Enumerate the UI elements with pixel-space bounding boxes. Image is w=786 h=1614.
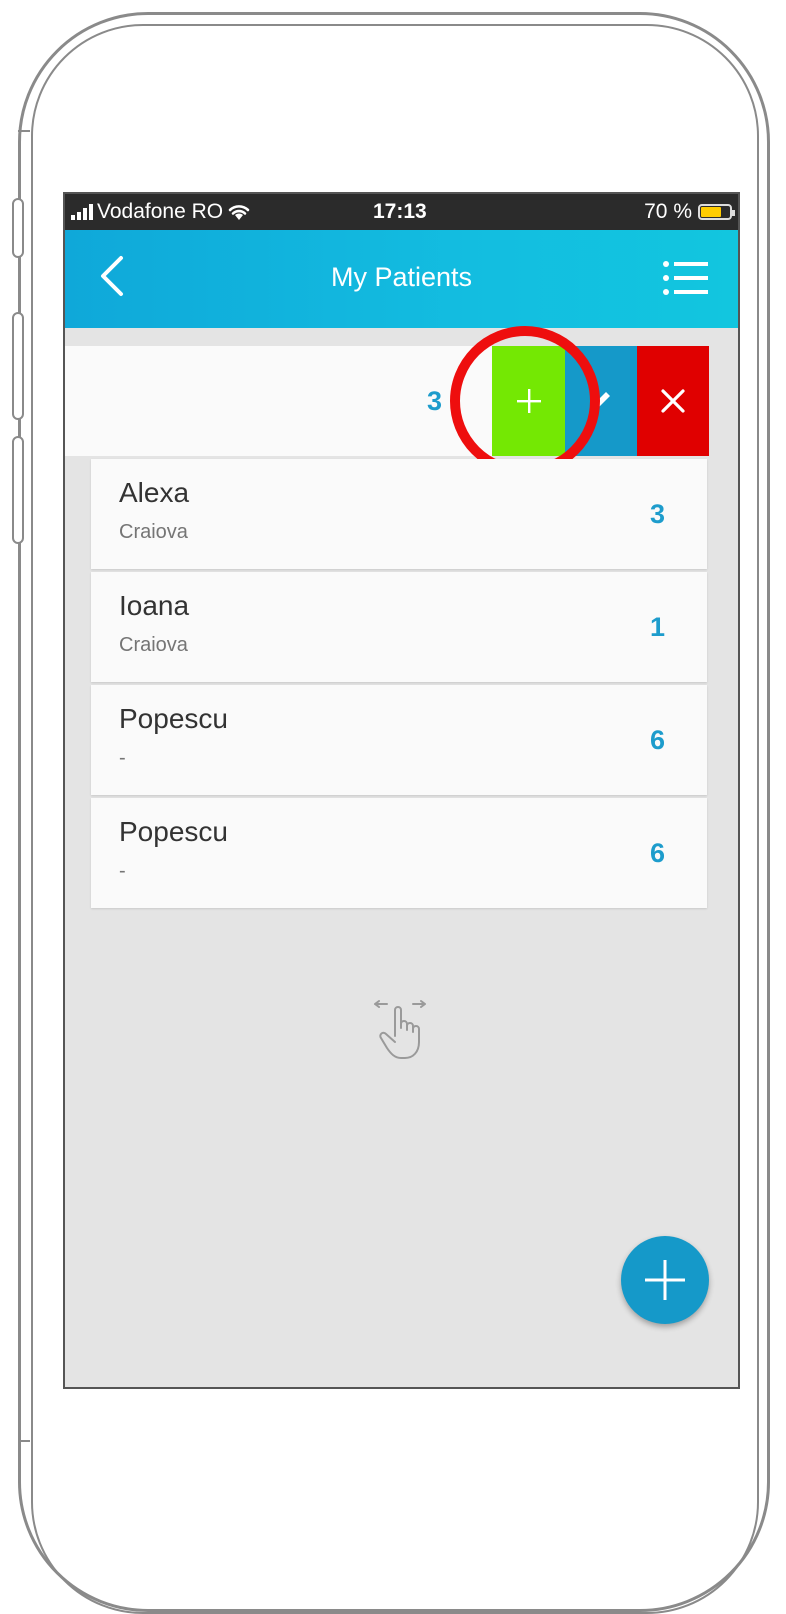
phone-side-button <box>12 198 24 258</box>
patient-city: - <box>119 747 126 769</box>
app-screen: Vodafone RO 17:13 70 % My Patients 3 Ale… <box>63 192 740 1389</box>
list-item[interactable]: Ioana Craiova 1 <box>91 572 707 682</box>
status-bar: Vodafone RO 17:13 70 % <box>65 194 738 230</box>
carrier-group: Vodafone RO <box>71 200 251 224</box>
patient-list: Alexa Craiova 3 Ioana Craiova 1 Popescu … <box>91 459 707 911</box>
battery-icon <box>698 204 735 220</box>
phone-frame-tick <box>18 130 30 132</box>
status-time: 17:13 <box>373 200 427 223</box>
patient-count: 1 <box>649 612 665 642</box>
item-count: 3 <box>427 386 443 416</box>
carrier-name: Vodafone RO <box>97 200 224 223</box>
list-item[interactable]: Popescu - 6 <box>91 685 707 795</box>
patient-count: 6 <box>649 838 665 868</box>
app-bar: My Patients <box>65 230 738 328</box>
phone-side-button <box>12 436 24 544</box>
patient-count: 3 <box>649 499 665 529</box>
close-icon <box>661 389 685 413</box>
patient-city: Craiova <box>119 521 188 543</box>
patient-count: 6 <box>649 725 665 755</box>
battery-group: 70 % <box>644 200 735 224</box>
list-item[interactable]: Popescu - 6 <box>91 798 707 908</box>
swipe-hand-icon <box>374 1000 426 1059</box>
list-item[interactable]: Alexa Craiova 3 <box>91 459 707 569</box>
signal-icon <box>71 204 93 220</box>
patient-city: Craiova <box>119 634 188 656</box>
plus-icon <box>645 1260 685 1300</box>
list-menu-icon[interactable] <box>662 260 708 296</box>
patient-name: Alexa <box>119 477 190 508</box>
highlight-circle <box>450 326 600 476</box>
battery-percent: 70 % <box>644 200 692 223</box>
phone-frame-tick <box>18 1440 30 1442</box>
patient-name: Popescu <box>119 816 228 847</box>
phone-side-button <box>12 312 24 420</box>
page-title: My Patients <box>330 262 473 292</box>
patient-city: - <box>119 860 126 882</box>
add-patient-fab[interactable] <box>621 1236 709 1324</box>
patient-name: Popescu <box>119 703 228 734</box>
patient-name: Ioana <box>119 590 190 621</box>
delete-action-button[interactable] <box>637 346 709 456</box>
wifi-icon <box>228 205 250 220</box>
